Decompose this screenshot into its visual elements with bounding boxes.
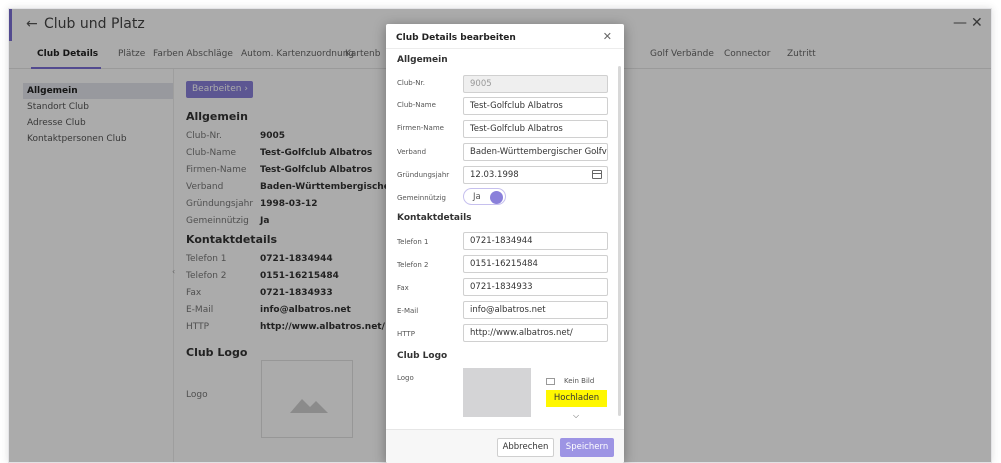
gruendungsjahr-date-field[interactable]: 12.03.1998 [463, 166, 608, 184]
email-field[interactable]: info@albatros.net [463, 301, 608, 319]
field-label: Club-Name [397, 101, 436, 109]
field-label: Verband [397, 148, 427, 156]
logo-preview [463, 368, 531, 417]
chevron-down-icon[interactable]: ⌵ [573, 411, 579, 421]
telefon2-field[interactable]: 0151-16215484 [463, 255, 608, 273]
field-label: Gemeinnützig [397, 194, 446, 202]
edit-club-dialog: Club Details bearbeiten ✕ Allgemein Club… [386, 24, 624, 463]
club-name-field[interactable]: Test-Golfclub Albatros [463, 97, 608, 115]
cancel-button[interactable]: Abbrechen [497, 438, 554, 457]
upload-button[interactable]: Hochladen [546, 390, 607, 407]
field-label: E-Mail [397, 307, 419, 315]
dialog-scrollbar[interactable] [618, 66, 621, 416]
verband-select-value: Baden-Württembergischer Golfv ... [470, 147, 608, 157]
field-label: Firmen-Name [397, 124, 444, 132]
dialog-title: Club Details bearbeiten [396, 33, 516, 43]
firmen-name-field[interactable]: Test-Golfclub Albatros [463, 120, 608, 138]
fax-field[interactable]: 0721-1834933 [463, 278, 608, 296]
gruendungsjahr-value: 12.03.1998 [470, 170, 519, 180]
verband-select[interactable]: Baden-Württembergischer Golfv ... ⌵ [463, 143, 608, 161]
dialog-section-general: Allgemein [397, 55, 448, 65]
field-label: Telefon 1 [397, 238, 429, 246]
image-icon [546, 378, 555, 385]
telefon1-field[interactable]: 0721-1834944 [463, 232, 608, 250]
no-image-label: Kein Bild [564, 377, 595, 385]
field-label: Fax [397, 284, 409, 292]
calendar-icon[interactable] [592, 170, 602, 179]
toggle-label: Ja [473, 192, 481, 202]
close-dialog-icon[interactable]: ✕ [603, 30, 612, 43]
logo-label: Logo [397, 374, 414, 382]
field-label: HTTP [397, 330, 415, 338]
field-label: Telefon 2 [397, 261, 429, 269]
dialog-header-divider [386, 48, 624, 49]
dialog-footer: Abbrechen Speichern [386, 429, 624, 463]
chevron-down-icon: ⌵ [594, 147, 601, 156]
toggle-knob [490, 191, 503, 204]
field-label: Gründungsjahr [397, 171, 450, 179]
club-nr-field: 9005 [463, 75, 608, 93]
gemeinnuetzig-toggle[interactable]: Ja [463, 188, 506, 205]
save-button[interactable]: Speichern [560, 438, 614, 457]
field-label: Club-Nr. [397, 79, 425, 87]
dialog-section-logo: Club Logo [397, 351, 448, 361]
http-field[interactable]: http://www.albatros.net/ [463, 324, 608, 342]
dialog-section-contact: Kontaktdetails [397, 213, 472, 223]
